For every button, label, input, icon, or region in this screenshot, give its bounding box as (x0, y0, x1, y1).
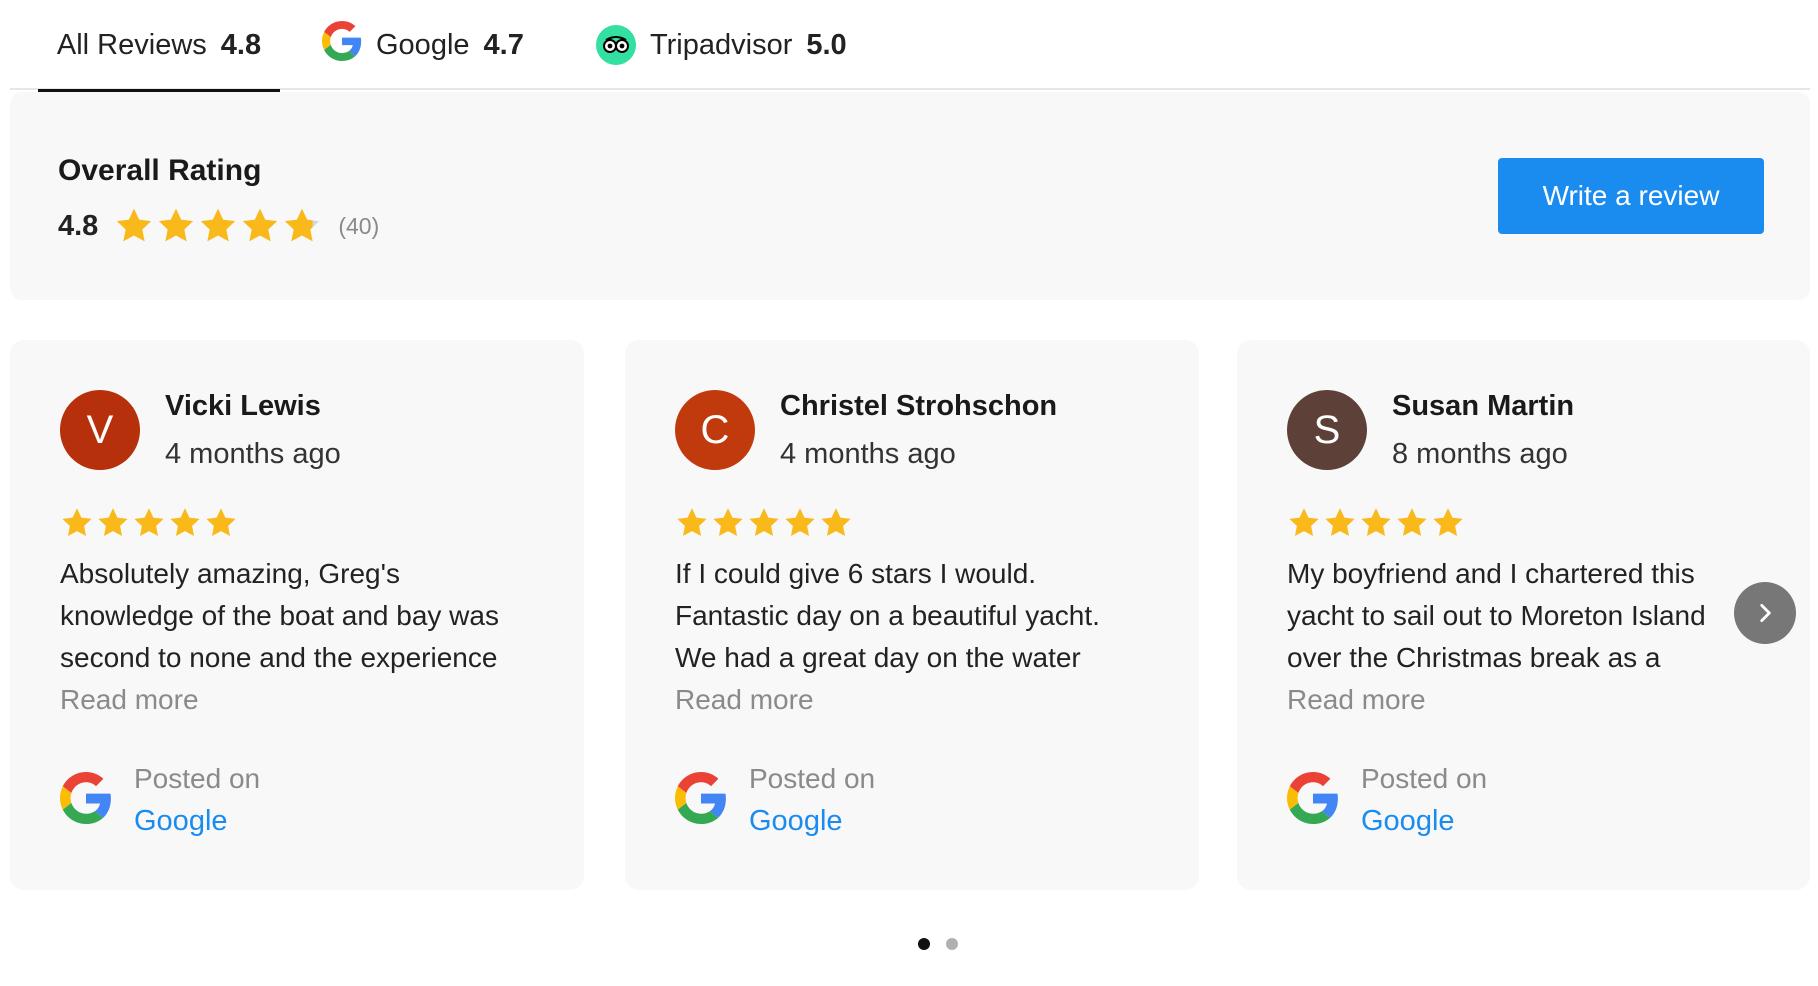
review-text-line: over the Christmas break as a (1287, 642, 1661, 673)
source-tabs: All Reviews 4.8 Google 4.7 Tripadvisor 5… (10, 0, 1810, 93)
review-text: My boyfriend and I chartered this yacht … (1287, 553, 1807, 679)
review-count: (40) (338, 212, 380, 239)
overall-score: 4.8 (58, 209, 99, 242)
review-text-line: We had a great day on the water (675, 642, 1081, 673)
tab-score: 4.8 (220, 28, 262, 61)
star-icon (1361, 508, 1391, 537)
source-link[interactable]: Google (1361, 800, 1487, 842)
reviewer-name: Susan Martin (1392, 390, 1575, 422)
star-icon (713, 508, 743, 537)
google-icon (1287, 771, 1339, 829)
tab-score: 5.0 (806, 28, 847, 61)
star-icon (1289, 508, 1319, 537)
star-icon (117, 208, 152, 242)
review-text-line: If I could give 6 stars I would. (675, 558, 1037, 589)
posted-on-label: Posted on (1361, 763, 1488, 794)
read-more-link[interactable]: Read more (675, 679, 814, 721)
review-text-line: Absolutely amazing, Greg's (60, 558, 400, 589)
star-icon (785, 508, 815, 537)
review-text: Absolutely amazing, Greg's knowledge of … (60, 553, 580, 679)
source-link[interactable]: Google (749, 800, 875, 842)
posted-on-text: Posted on Google (749, 758, 875, 842)
review-card: S Susan Martin 8 months ago My boyfriend… (1237, 340, 1810, 890)
posted-on-label: Posted on (749, 763, 876, 794)
star-icon (749, 508, 779, 537)
carousel-dot[interactable] (946, 938, 958, 950)
review-text-line: yacht to sail out to Moreton Island (1287, 600, 1706, 631)
star-icon (134, 508, 164, 537)
star-icon (201, 208, 236, 242)
review-text-line: My boyfriend and I chartered this (1287, 558, 1695, 589)
star-icon (1325, 508, 1355, 537)
review-stars (675, 506, 853, 540)
star-icon (159, 208, 194, 242)
overall-stars (114, 206, 322, 246)
google-icon (322, 21, 362, 69)
star-icon (243, 208, 278, 242)
review-card: V Vicki Lewis 4 months ago Absolutely am… (10, 340, 584, 890)
star-icon (677, 508, 707, 537)
review-date: 4 months ago (780, 438, 956, 470)
posted-on-text: Posted on Google (134, 758, 260, 842)
posted-on: Posted on Google (60, 758, 260, 842)
tripadvisor-icon (596, 25, 636, 65)
avatar: C (675, 390, 755, 470)
star-icon (98, 508, 128, 537)
star-icon (285, 208, 320, 242)
star-icon (821, 508, 851, 537)
read-more-link[interactable]: Read more (60, 679, 199, 721)
review-text-line: knowledge of the boat and bay was (60, 600, 499, 631)
posted-on-label: Posted on (134, 763, 261, 794)
carousel-next-button[interactable] (1734, 582, 1796, 644)
avatar: S (1287, 390, 1367, 470)
carousel-dot[interactable] (918, 938, 930, 950)
reviews-widget: All Reviews 4.8 Google 4.7 Tripadvisor 5… (0, 0, 1818, 986)
star-icon (62, 508, 92, 537)
star-icon (1433, 508, 1463, 537)
star-icon (1397, 508, 1427, 537)
overall-rating-panel: Overall Rating 4.8 (40) Write a review (10, 92, 1810, 300)
overall-rating-row: 4.8 (40) (58, 206, 379, 246)
star-icon (170, 508, 200, 537)
reviewer-name: Christel Strohschon (780, 390, 1058, 422)
review-text: If I could give 6 stars I would. Fantast… (675, 553, 1195, 679)
posted-on-text: Posted on Google (1361, 758, 1487, 842)
posted-on: Posted on Google (675, 758, 875, 842)
read-more-link[interactable]: Read more (1287, 679, 1426, 721)
write-review-button[interactable]: Write a review (1498, 158, 1764, 234)
tab-label: Tripadvisor (650, 28, 793, 61)
reviewer-name: Vicki Lewis (165, 390, 321, 422)
posted-on: Posted on Google (1287, 758, 1487, 842)
review-text-line: Fantastic day on a beautiful yacht. (675, 600, 1100, 631)
tab-tripadvisor[interactable]: Tripadvisor 5.0 (596, 0, 847, 90)
review-date: 4 months ago (165, 438, 341, 470)
tab-all-reviews[interactable]: All Reviews 4.8 (38, 0, 280, 93)
avatar: V (60, 390, 140, 470)
tab-google[interactable]: Google 4.7 (322, 0, 524, 90)
google-icon (675, 771, 727, 829)
overall-rating-title: Overall Rating (58, 154, 262, 187)
tab-label: Google (376, 28, 470, 61)
review-stars (60, 506, 238, 540)
review-stars (1287, 506, 1465, 540)
review-date: 8 months ago (1392, 438, 1568, 470)
chevron-right-icon (1760, 604, 1771, 622)
tab-score: 4.7 (483, 28, 524, 61)
tab-label: All Reviews (56, 28, 207, 61)
review-text-line: second to none and the experience (60, 642, 498, 673)
star-icon (206, 508, 236, 537)
review-card: C Christel Strohschon 4 months ago If I … (625, 340, 1199, 890)
google-icon (60, 771, 112, 829)
carousel-pagination (918, 938, 958, 950)
source-link[interactable]: Google (134, 800, 260, 842)
